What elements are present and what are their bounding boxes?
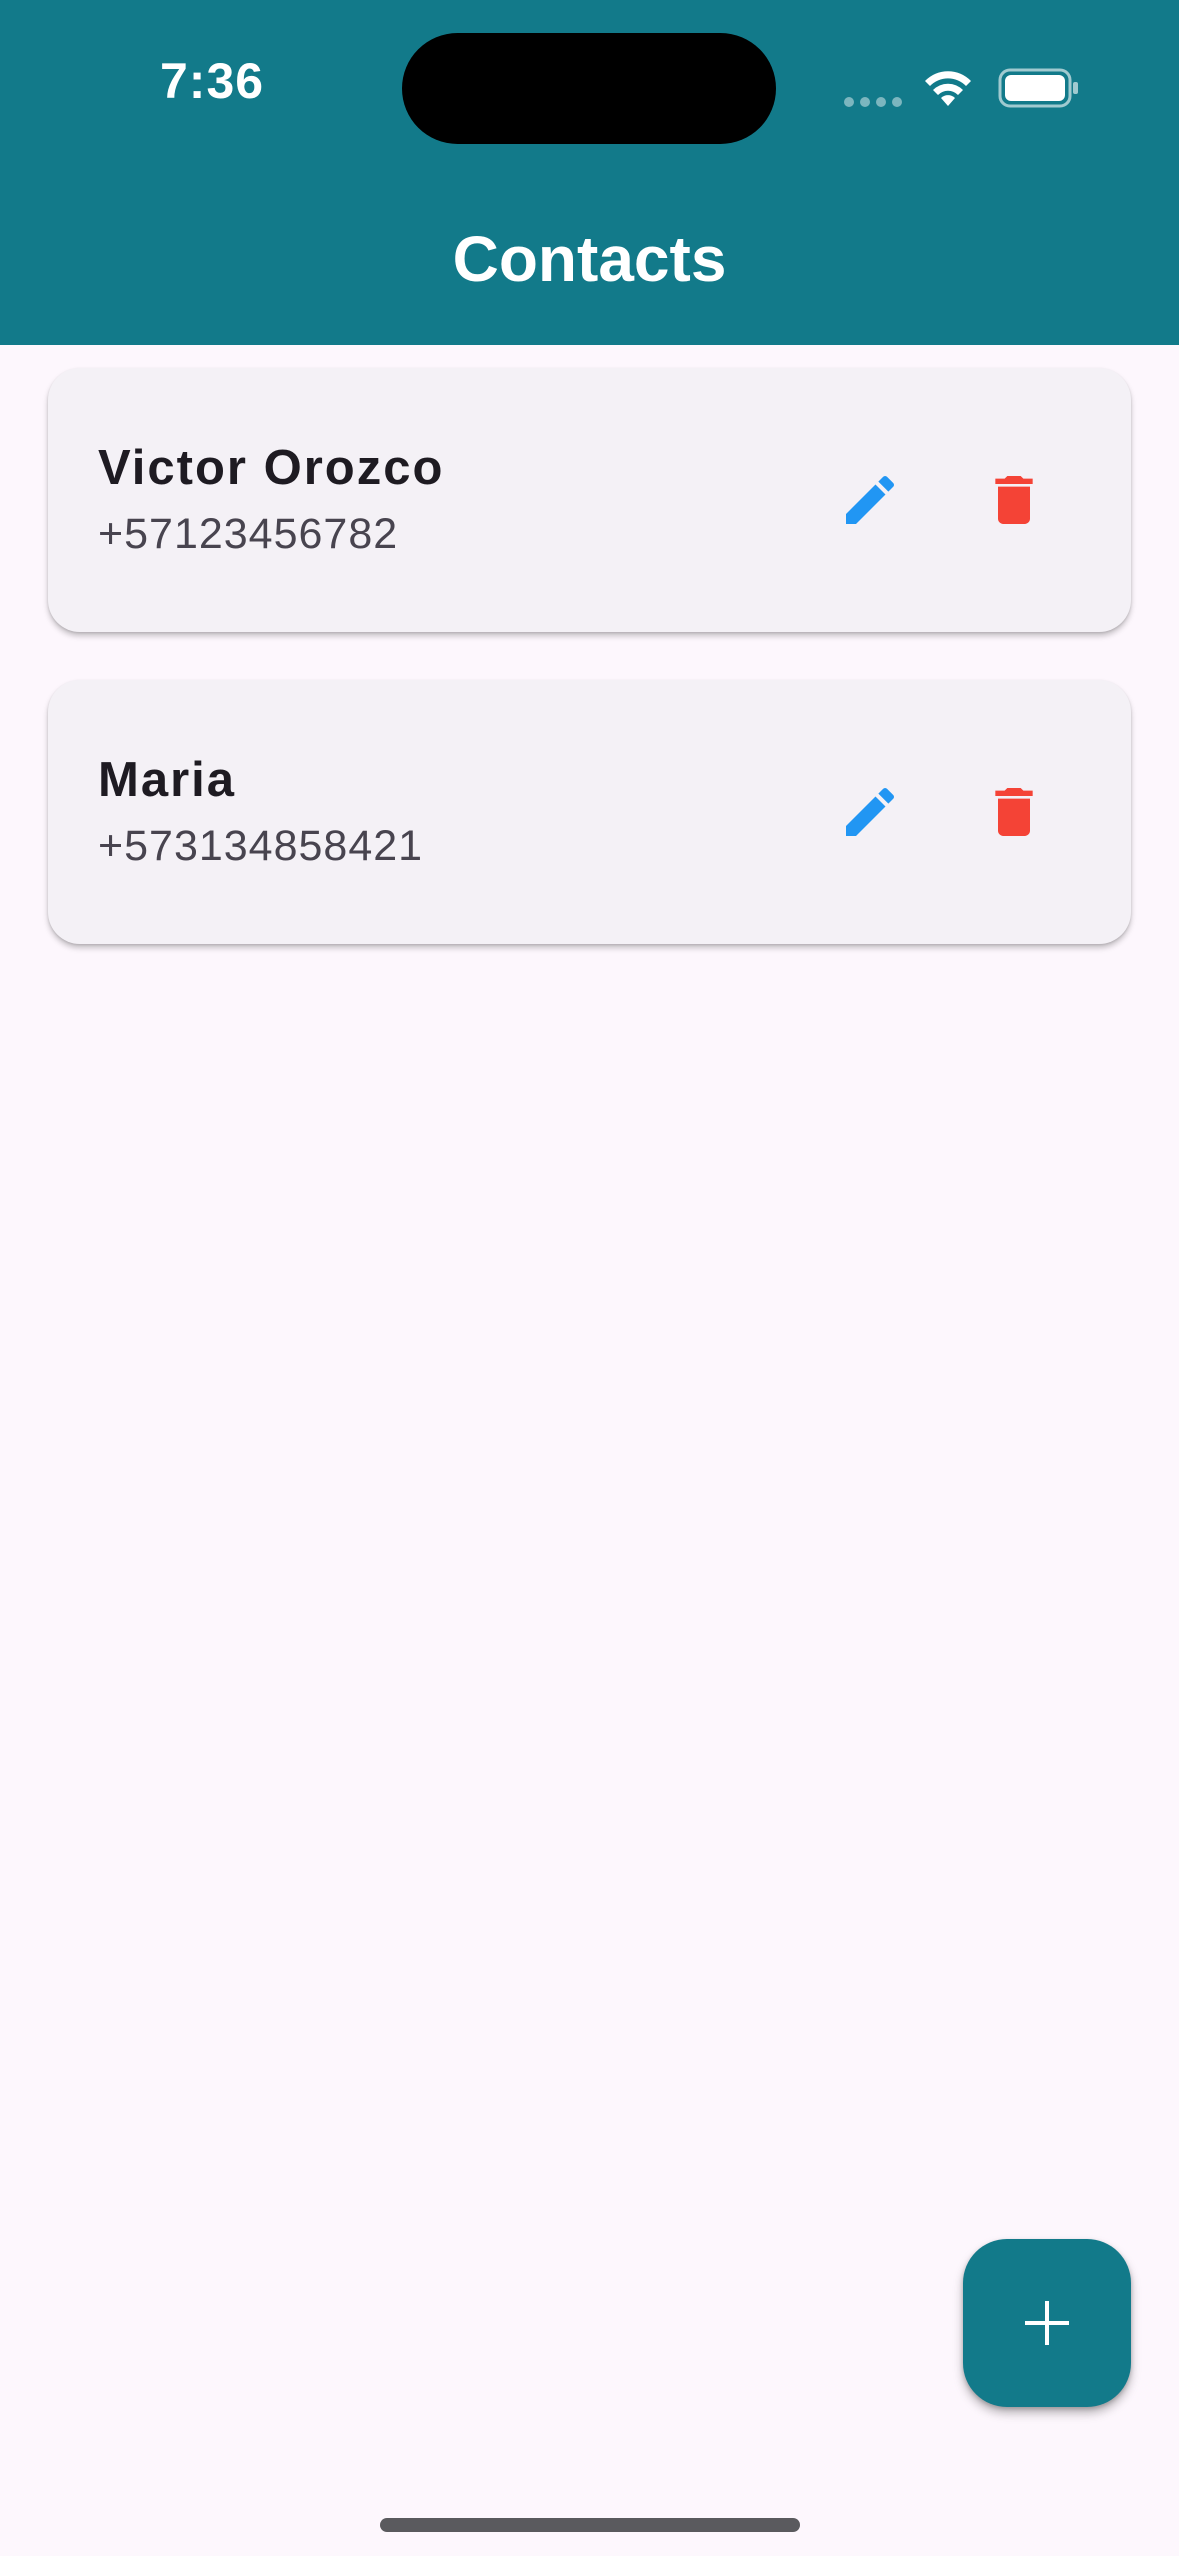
edit-button[interactable] [830, 772, 910, 852]
contact-card[interactable]: Victor Orozco +57123456782 [48, 368, 1131, 632]
plus-icon [1025, 2301, 1069, 2345]
status-time: 7:36 [160, 53, 265, 109]
wifi-icon [925, 71, 971, 106]
contact-name: Maria [98, 753, 237, 807]
pencil-icon [846, 475, 895, 524]
pencil-icon [846, 787, 895, 836]
home-indicator[interactable] [380, 2518, 800, 2532]
contact-card[interactable]: Maria +573134858421 [48, 680, 1131, 944]
page-title: Contacts [452, 223, 727, 295]
dynamic-island [402, 33, 776, 144]
delete-button[interactable] [974, 460, 1054, 540]
contact-name: Victor Orozco [98, 441, 445, 495]
contact-phone: +57123456782 [98, 510, 399, 558]
trash-icon [995, 476, 1033, 524]
contact-phone: +573134858421 [98, 822, 424, 870]
edit-button[interactable] [830, 460, 910, 540]
battery-icon [998, 68, 1078, 108]
trash-icon [995, 788, 1033, 836]
delete-button[interactable] [974, 772, 1054, 852]
add-contact-button[interactable] [963, 2239, 1131, 2407]
app-bar: 7:36 Contacts [0, 0, 1179, 345]
cellular-signal-icon [844, 94, 908, 107]
